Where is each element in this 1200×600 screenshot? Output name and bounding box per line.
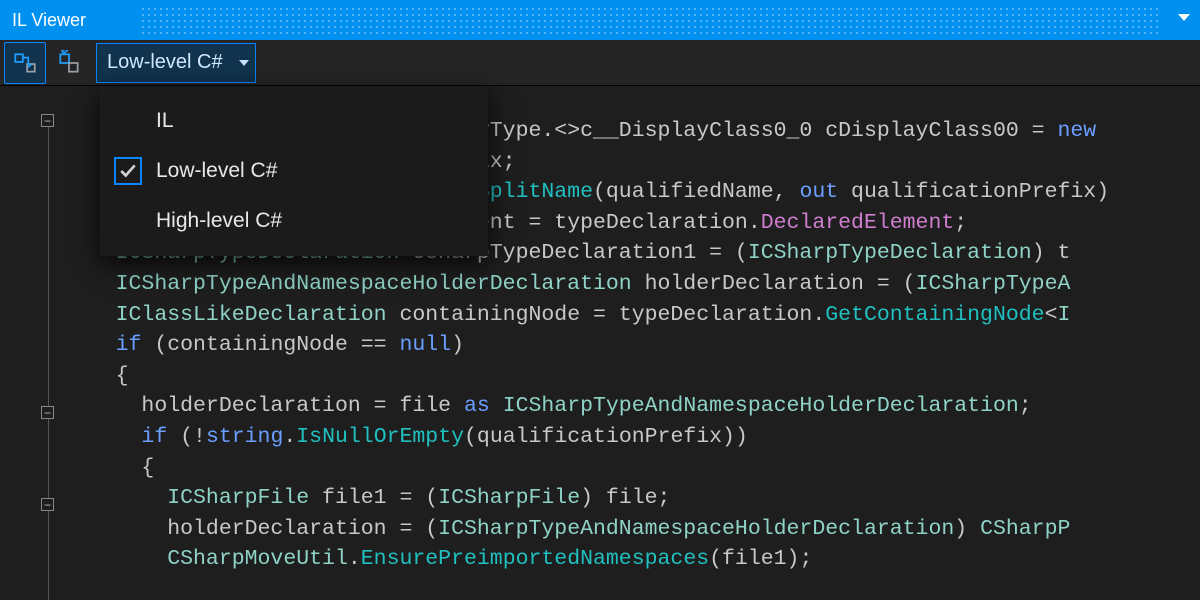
chevron-down-icon[interactable] bbox=[1178, 14, 1190, 21]
check-placeholder bbox=[114, 207, 142, 235]
titlebar-grip[interactable] bbox=[140, 6, 1160, 34]
fold-toggle[interactable]: − bbox=[41, 498, 54, 511]
expand-all-icon bbox=[56, 50, 82, 76]
titlebar: IL Viewer bbox=[0, 0, 1200, 40]
expand-all-button[interactable] bbox=[48, 42, 90, 84]
dropdown-item-label: IL bbox=[156, 109, 174, 133]
sync-tree-icon bbox=[12, 50, 38, 76]
dropdown-item-label: Low-level C# bbox=[156, 159, 277, 183]
view-mode-dropdown: IL Low-level C# High-level C# bbox=[100, 86, 488, 256]
dropdown-item-il[interactable]: IL bbox=[100, 96, 488, 146]
view-mode-combo[interactable]: Low-level C# bbox=[96, 43, 256, 83]
sync-tree-button[interactable] bbox=[4, 42, 46, 84]
check-icon bbox=[114, 157, 142, 185]
fold-toggle[interactable]: − bbox=[41, 406, 54, 419]
fold-toggle[interactable]: − bbox=[41, 114, 54, 127]
dropdown-item-low-level-csharp[interactable]: Low-level C# bbox=[100, 146, 488, 196]
fold-guideline bbox=[48, 118, 49, 600]
window-title: IL Viewer bbox=[12, 10, 86, 31]
toolbar: Low-level C# bbox=[0, 40, 1200, 86]
chevron-down-icon bbox=[239, 60, 249, 66]
view-mode-combo-label: Low-level C# bbox=[107, 51, 223, 74]
check-placeholder bbox=[114, 107, 142, 135]
dropdown-item-high-level-csharp[interactable]: High-level C# bbox=[100, 196, 488, 246]
gutter: − − − bbox=[0, 86, 56, 600]
dropdown-item-label: High-level C# bbox=[156, 209, 282, 233]
